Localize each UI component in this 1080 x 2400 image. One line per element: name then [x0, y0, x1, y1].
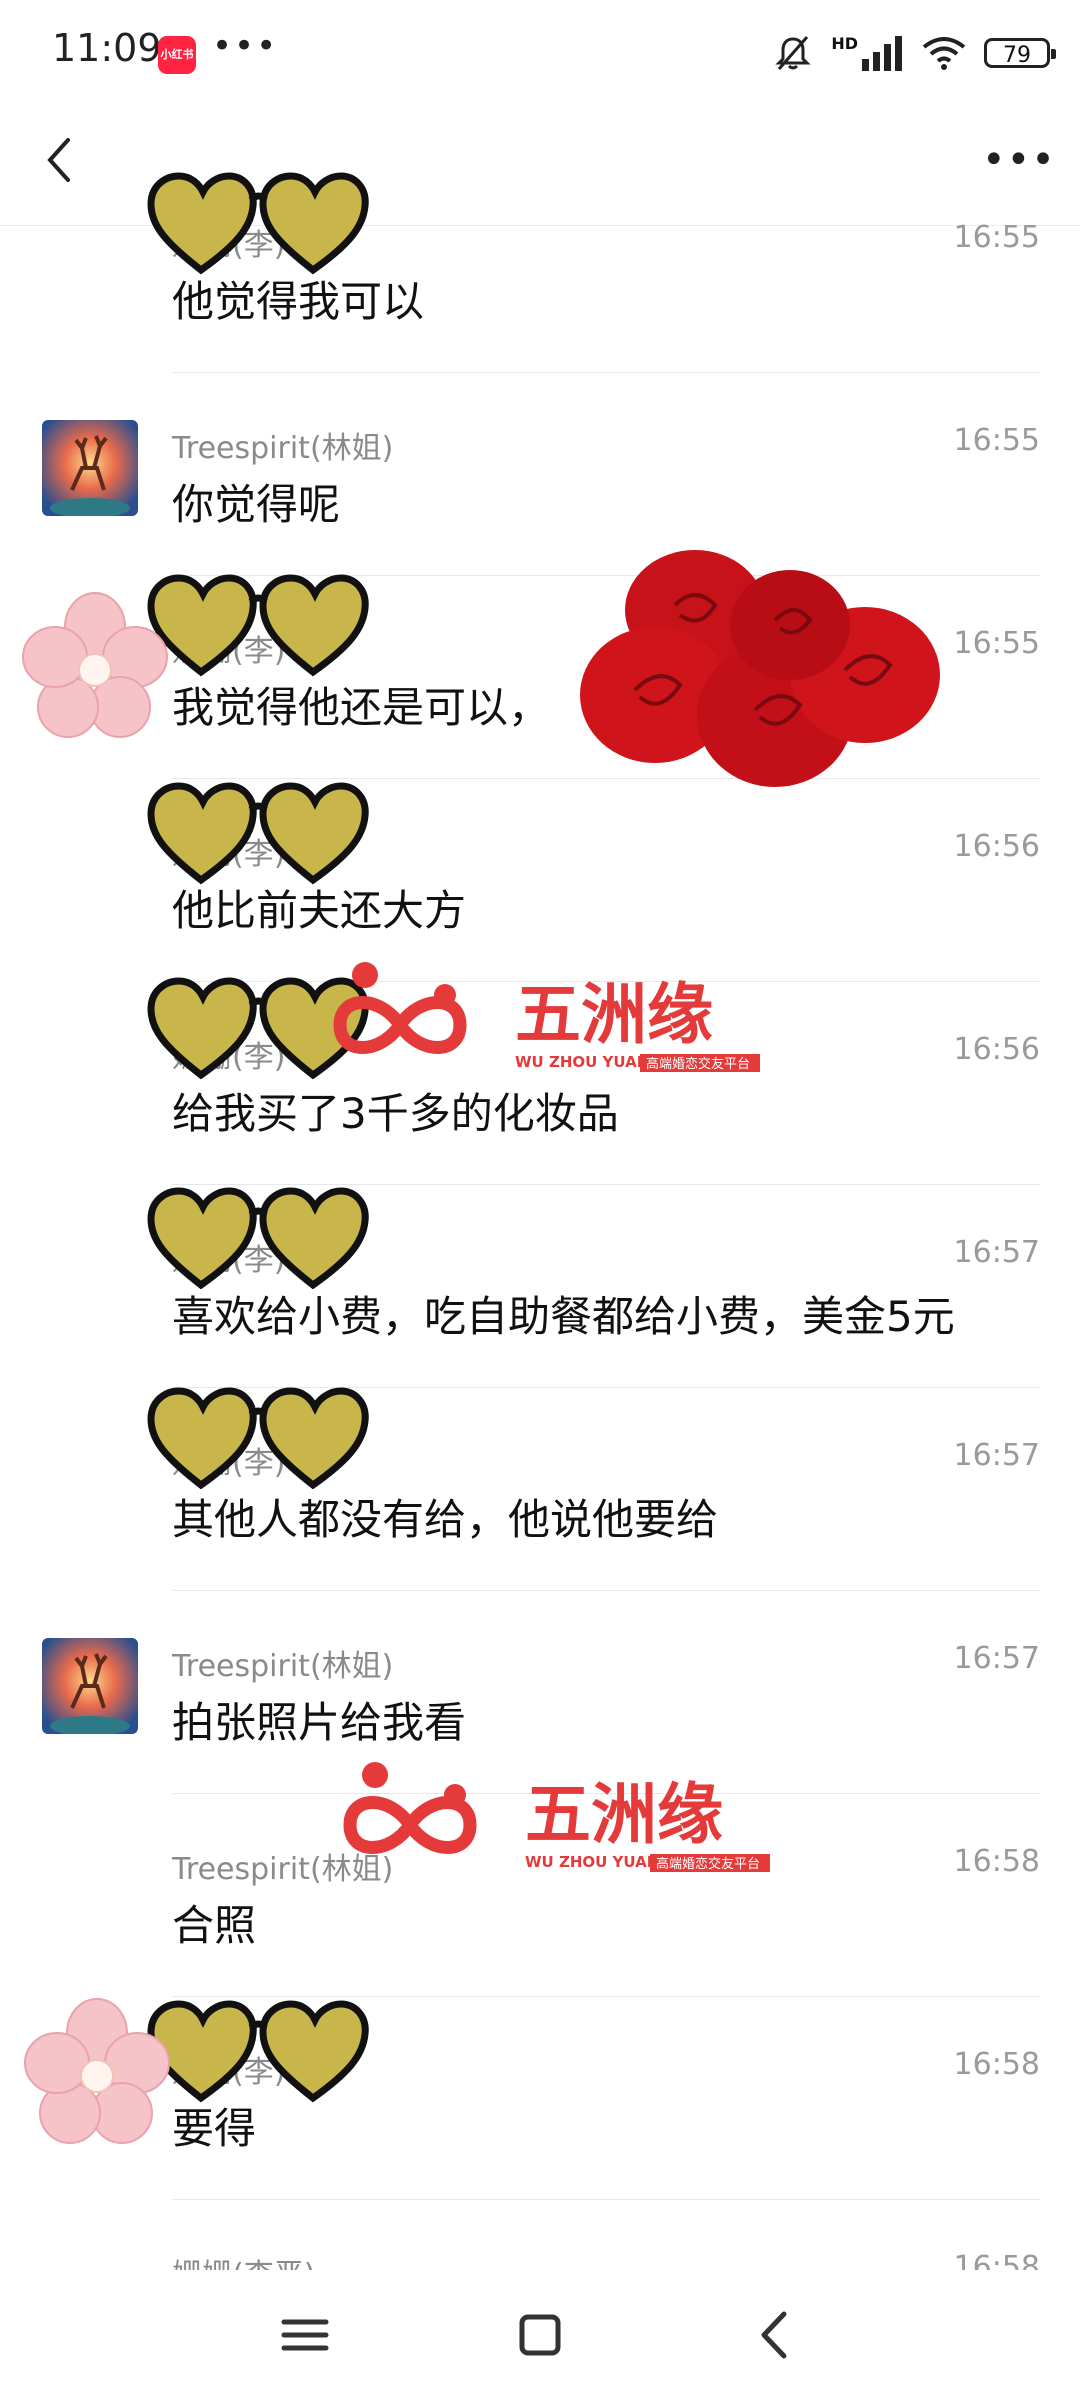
wifi-icon [922, 37, 966, 70]
home-square-icon[interactable] [505, 2300, 575, 2370]
message-text: 你觉得呢 [172, 480, 341, 529]
message-text: 合照 [172, 1901, 257, 1950]
watermark-slogan: 高端婚恋交友平台 [646, 1056, 750, 1072]
heart-sunglasses-sticker [147, 1187, 369, 1290]
heart-sunglasses-sticker [147, 172, 369, 275]
sender-name: 姗姗(李严) [172, 2250, 315, 2270]
watermark-pinyin: WU ZHOU YUAN [515, 1053, 649, 1071]
sender-name: Treespirit(林姐) [172, 1649, 394, 1684]
message-time: 16:58 [953, 2047, 1040, 2082]
deer-painting-avatar-icon [42, 420, 138, 516]
message-time: 16:55 [953, 220, 1040, 255]
battery-indicator: 79 [984, 38, 1056, 68]
heart-sunglasses-sticker [147, 782, 369, 885]
message-time: 16:58 [953, 2250, 1040, 2270]
watermark-pinyin: WU ZHOU YUAN [525, 1853, 659, 1871]
message-text: 拍张照片给我看 [172, 1698, 467, 1747]
deer-painting-avatar-icon [42, 1638, 138, 1734]
message-time: 16:57 [953, 1438, 1040, 1473]
watermark-brand: 五洲缘 [525, 1776, 723, 1853]
hd-label: HD [831, 33, 858, 53]
signal-icon [862, 36, 902, 71]
mute-bell-icon [775, 36, 811, 70]
message-time: 16:56 [953, 1032, 1040, 1067]
wuzhouyuan-watermark: 五洲缘 WU ZHOU YUAN 高端婚恋交友平台 [343, 1762, 770, 1872]
message-time: 16:57 [953, 1235, 1040, 1270]
status-time: 11:09 [52, 26, 162, 70]
message-time: 16:55 [953, 423, 1040, 458]
pink-flower-sticker [22, 592, 168, 738]
heart-sunglasses-sticker [147, 2000, 369, 2103]
status-bar: 11:09 小红书 ••• HD 79 [0, 0, 1080, 110]
avatar[interactable] [42, 420, 138, 516]
system-navigation-bar [0, 2270, 1080, 2400]
red-roses-sticker [580, 550, 940, 787]
menu-icon[interactable] [270, 2300, 340, 2370]
pink-flower-sticker [24, 1998, 170, 2144]
wuzhouyuan-watermark: 五洲缘 WU ZHOU YUAN 高端婚恋交友平台 [333, 962, 760, 1072]
watermark-slogan: 高端婚恋交友平台 [656, 1856, 760, 1872]
message-time: 16:56 [953, 829, 1040, 864]
sender-name: Treespirit(林姐) [172, 431, 394, 466]
heart-sunglasses-sticker [147, 574, 369, 677]
message-time: 16:55 [953, 626, 1040, 661]
message-text: 给我买了3千多的化妆品 [172, 1089, 619, 1138]
message-item[interactable]: 姗姗(李严) 16:58 [0, 2200, 1080, 2270]
message-time: 16:58 [953, 1844, 1040, 1879]
xiaohongshu-app-icon: 小红书 [158, 36, 196, 74]
message-time: 16:57 [953, 1641, 1040, 1676]
status-indicators: HD 79 [773, 28, 1056, 78]
heart-sunglasses-sticker [147, 1387, 369, 1490]
message-text: 其他人都没有给，他说他要给 [172, 1495, 719, 1544]
message-text: 我觉得他还是可以， [172, 683, 551, 732]
status-overflow-icon: ••• [212, 26, 279, 66]
avatar[interactable] [42, 1638, 138, 1734]
back-triangle-icon[interactable] [740, 2300, 810, 2370]
watermark-brand: 五洲缘 [515, 976, 713, 1053]
